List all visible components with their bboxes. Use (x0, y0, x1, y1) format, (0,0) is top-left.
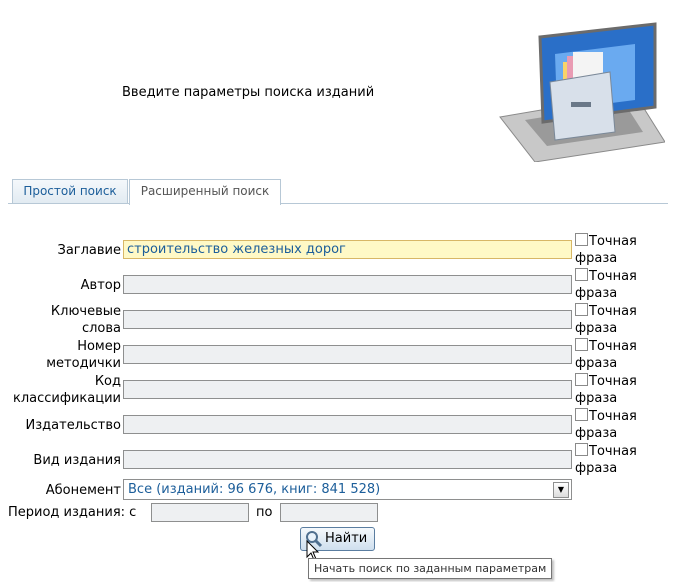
publication-type-input[interactable] (123, 450, 572, 469)
exact-checkbox[interactable] (575, 373, 588, 386)
exact-checkbox[interactable] (575, 268, 588, 281)
publisher-input[interactable] (123, 415, 572, 434)
manual-number-label: Номер методички (46, 339, 121, 371)
exact-checkbox[interactable] (575, 408, 588, 421)
tab-simple-search[interactable]: Простой поиск (12, 179, 128, 203)
keywords-label: Ключевые слова (50, 304, 121, 336)
search-button-label: Найти (325, 531, 368, 546)
exact-checkbox[interactable] (575, 338, 588, 351)
publisher-label: Издательство (25, 418, 121, 433)
tab-divider (8, 203, 668, 204)
period-to-label: по (256, 505, 273, 520)
title-input[interactable] (123, 240, 572, 259)
period-from-label: Период издания: с (8, 505, 137, 520)
subscription-label: Абонемент (45, 483, 121, 498)
author-label: Автор (80, 278, 121, 293)
exact-checkbox[interactable] (575, 443, 588, 456)
exact-phrase-author[interactable]: Точная фраза (575, 268, 665, 302)
tab-advanced-search[interactable]: Расширенный поиск (129, 179, 281, 205)
publication-type-label: Вид издания (33, 453, 121, 468)
title-label: Заглавие (57, 243, 121, 258)
exact-phrase-classification[interactable]: Точная фраза (575, 373, 665, 407)
exact-phrase-title[interactable]: Точная фраза (575, 233, 665, 267)
classification-code-label: Код классификации (13, 374, 121, 406)
exact-phrase-publisher[interactable]: Точная фраза (575, 408, 665, 442)
exact-phrase-manual[interactable]: Точная фраза (575, 338, 665, 372)
exact-phrase-type[interactable]: Точная фраза (575, 443, 665, 477)
search-tabs: Простой поиск Расширенный поиск (8, 179, 668, 205)
manual-number-input[interactable] (123, 345, 572, 364)
period-from-input[interactable] (151, 503, 249, 522)
author-input[interactable] (123, 275, 572, 294)
search-tooltip: Начать поиск по заданным параметрам (308, 558, 553, 579)
exact-phrase-keywords[interactable]: Точная фраза (575, 303, 665, 337)
page-title: Введите параметры поиска изданий (122, 85, 375, 100)
catalog-laptop-icon (499, 22, 665, 162)
chevron-down-icon[interactable]: ▼ (553, 482, 569, 498)
exact-checkbox[interactable] (575, 233, 588, 246)
exact-checkbox[interactable] (575, 303, 588, 316)
period-to-input[interactable] (280, 503, 378, 522)
subscription-selected-value: Все (изданий: 96 676, книг: 841 528) (128, 482, 381, 497)
keywords-input[interactable] (123, 310, 572, 329)
classification-code-input[interactable] (123, 380, 572, 399)
subscription-select[interactable]: Все (изданий: 96 676, книг: 841 528) ▼ (123, 479, 572, 500)
